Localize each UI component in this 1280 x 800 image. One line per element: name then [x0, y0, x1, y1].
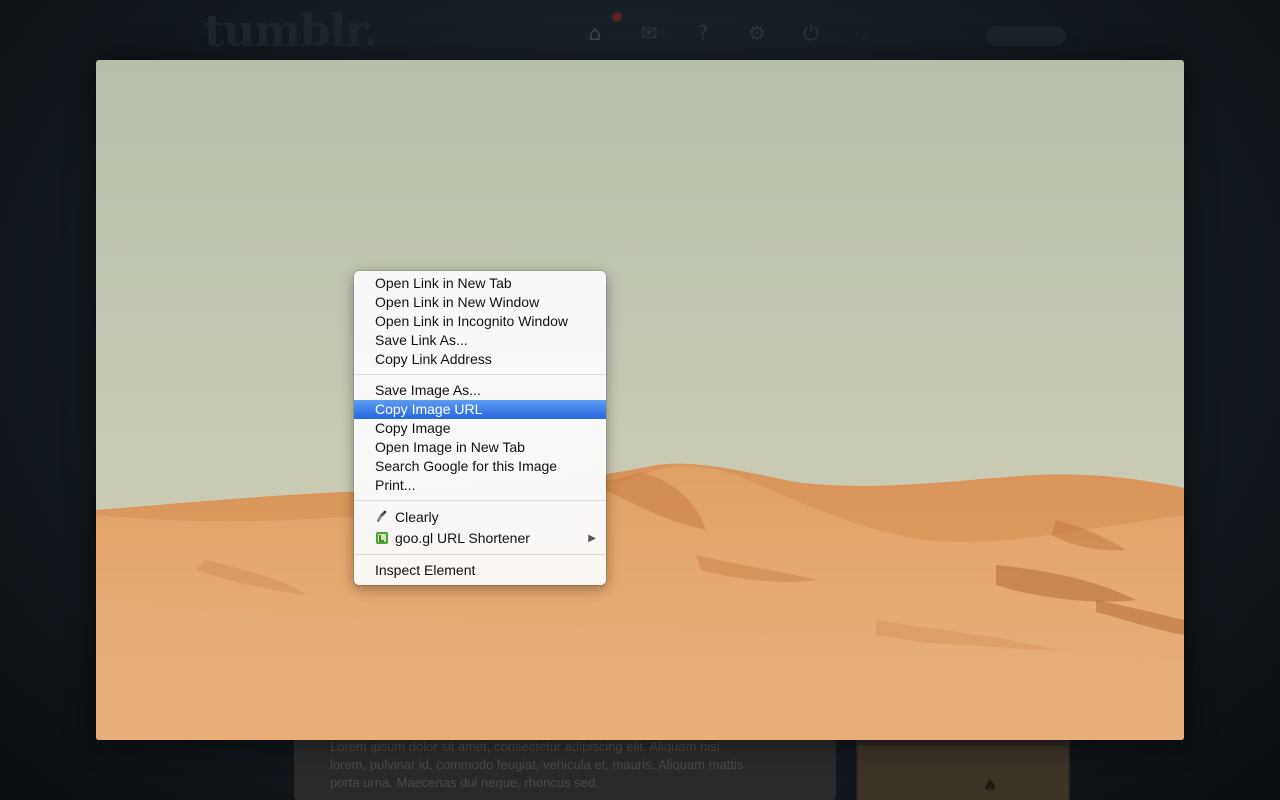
menu-item-label: goo.gl URL Shortener	[395, 530, 530, 546]
menu-item-save-link-as[interactable]: Save Link As...	[354, 331, 606, 350]
power-icon[interactable]: ⏻	[800, 22, 822, 44]
menu-item-save-image-as[interactable]: Save Image As...	[354, 381, 606, 400]
lightbox-photo[interactable]	[96, 60, 1184, 740]
menu-item-print[interactable]: Print...	[354, 476, 606, 495]
home-icon[interactable]: ⌂	[584, 22, 606, 44]
menu-item-open-image-new-tab[interactable]: Open Image in New Tab	[354, 438, 606, 457]
gear-icon[interactable]: ⚙	[746, 22, 768, 44]
account-pill[interactable]	[986, 26, 1066, 46]
context-menu: Open Link in New Tab Open Link in New Wi…	[354, 271, 606, 585]
menu-item-copy-image-url[interactable]: Copy Image URL	[354, 400, 606, 419]
menu-item-clearly[interactable]: Clearly	[354, 507, 606, 528]
tumblr-logo[interactable]: tumblr.	[204, 6, 379, 57]
post-body-text: Lorem ipsum dolor sit amet, consectetur …	[330, 739, 744, 790]
menu-separator	[354, 495, 606, 507]
tumblr-header: tumblr. ⌂ ✉ ? ⚙ ⏻ ⌕	[0, 0, 1280, 60]
sidebar-thumbnail[interactable]	[858, 745, 1068, 800]
menu-item-inspect-element[interactable]: Inspect Element	[354, 561, 606, 580]
desert-dunes-image	[96, 60, 1184, 740]
menu-item-open-link-incognito[interactable]: Open Link in Incognito Window	[354, 312, 606, 331]
menu-item-goo-gl-url-shortener[interactable]: goo.gl URL Shortener ▶	[354, 528, 606, 549]
menu-item-search-google-image[interactable]: Search Google for this Image	[354, 457, 606, 476]
mail-icon[interactable]: ✉	[638, 22, 660, 44]
menu-item-copy-image[interactable]: Copy Image	[354, 419, 606, 438]
header-nav: ⌂ ✉ ? ⚙ ⏻	[584, 22, 822, 44]
menu-separator	[354, 369, 606, 381]
menu-item-open-link-new-tab[interactable]: Open Link in New Tab	[354, 274, 606, 293]
submenu-arrow-icon: ▶	[588, 533, 596, 544]
goo-gl-icon	[376, 532, 388, 544]
notification-badge	[612, 12, 622, 22]
menu-item-label: Clearly	[395, 509, 439, 525]
search-icon: ⌕	[862, 29, 869, 43]
clearly-icon	[377, 510, 387, 522]
menu-item-copy-link-address[interactable]: Copy Link Address	[354, 350, 606, 369]
menu-separator	[354, 549, 606, 561]
sidebar-thumbnail-icon: ♠	[982, 776, 999, 797]
menu-item-open-link-new-window[interactable]: Open Link in New Window	[354, 293, 606, 312]
help-icon[interactable]: ?	[692, 22, 714, 44]
search-input[interactable]: ⌕	[862, 26, 974, 46]
